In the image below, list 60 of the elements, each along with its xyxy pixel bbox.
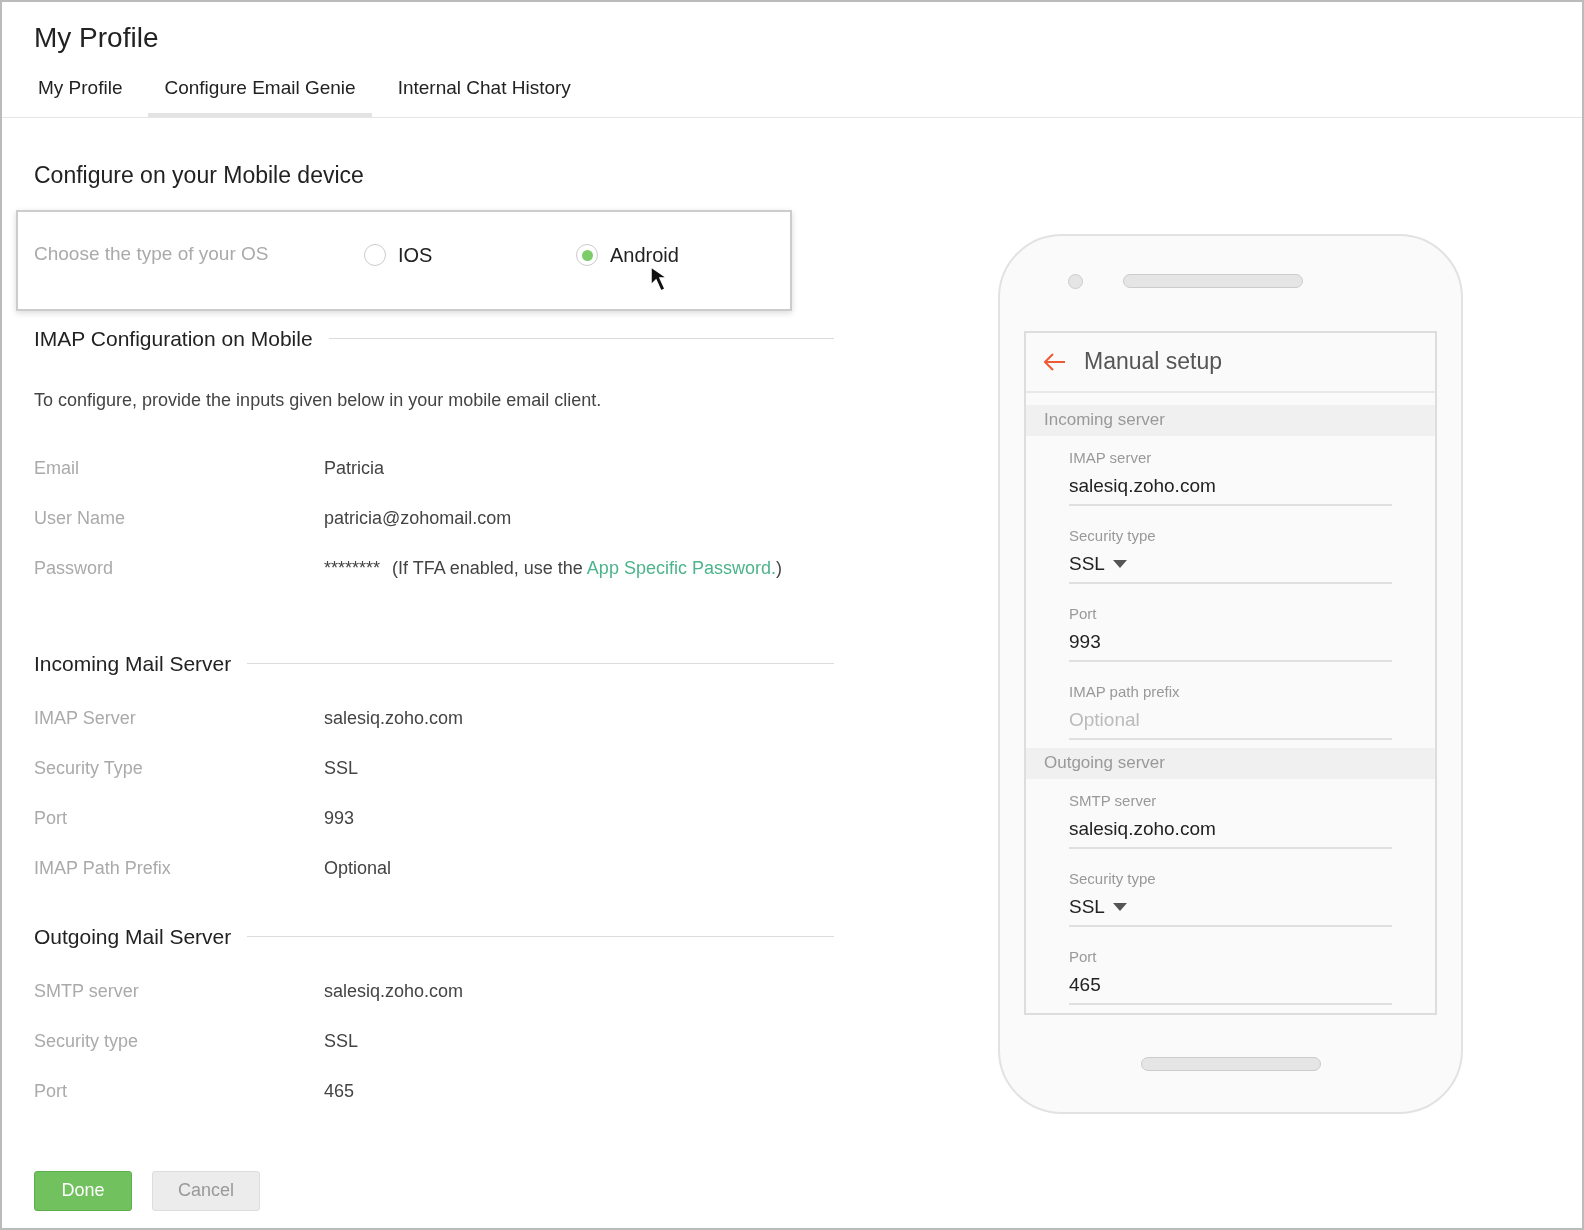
setup-field-value: 993 [1069,629,1101,654]
setup-field[interactable]: Port 993 [1069,591,1392,662]
field-value: 465 [324,1080,355,1103]
tab[interactable]: Configure Email Genie [148,72,372,117]
back-arrow-icon[interactable] [1044,352,1066,371]
field-value: 993 [324,806,355,830]
dropdown-caret-icon [1112,902,1127,911]
field-label: User Name [34,507,127,530]
setup-field-label: Port [1069,603,1098,624]
setup-field-label: Security type [1069,868,1157,889]
setup-field-label: Port [1069,946,1098,967]
section-heading: Outgoing Mail Server [34,924,232,950]
server-section-header: Incoming server [1026,404,1435,436]
dropdown-caret-icon [1112,559,1127,568]
field-value: Optional [324,856,392,880]
field-label: Port [34,1080,68,1103]
section-title: Configure on your Mobile device [34,160,365,190]
os-radio-option[interactable]: Android [576,240,679,270]
password-note: (If TFA enabled, use the App Specific Password.) [392,557,782,580]
setup-field[interactable]: Port 465 [1069,934,1392,1005]
field-value: patricia@zohomail.com [324,507,512,530]
os-choice-label: Choose the type of your OS [34,242,270,266]
tab[interactable]: Internal Chat History [381,72,587,117]
setup-field[interactable]: SMTP server salesiq.zoho.com [1069,778,1392,849]
field-value: Patricia [324,457,385,480]
section-heading: IMAP Configuration on Mobile [34,326,313,352]
field-label: IMAP Server [34,706,137,730]
os-radio-option[interactable]: IOS [364,240,576,270]
field-value: SSL [324,756,359,780]
field-label: Security type [34,1030,140,1053]
setup-field[interactable]: Security type SSL [1069,513,1392,584]
phone-camera [1068,273,1083,289]
page-title: My Profile [34,21,160,55]
setup-field-value: SSL [1069,551,1105,576]
field-label: Port [34,806,68,830]
tab[interactable]: My Profile [22,72,139,117]
setup-field[interactable]: Security type SSL [1069,856,1392,927]
field-label: Security Type [34,756,144,780]
server-section-header: Outgoing server [1026,747,1435,779]
setup-field-value: salesiq.zoho.com [1069,816,1216,841]
setup-field-value: salesiq.zoho.com [1069,473,1216,498]
field-label: SMTP server [34,980,140,1003]
field-label: IMAP Path Prefix [34,856,172,880]
setup-field-value: 465 [1069,972,1101,997]
setup-field[interactable]: IMAP server salesiq.zoho.com [1069,435,1392,506]
field-value: SSL [324,1030,359,1053]
field-label: Email [34,457,80,480]
screen-title: Manual setup [1084,347,1223,377]
setup-field-label: SMTP server [1069,790,1158,811]
setup-field-label: IMAP path prefix [1069,681,1181,702]
section-heading: Incoming Mail Server [34,650,232,677]
setup-field-value: SSL [1069,894,1105,919]
setup-field-label: IMAP server [1069,447,1153,468]
instruction-text: To configure, provide the inputs given below in your mobile email client. [34,388,603,412]
field-label: Password [34,557,115,580]
field-value: ******** [324,557,381,580]
setup-field-label: Security type [1069,525,1157,546]
setup-field-value: Optional [1069,707,1140,732]
field-value: salesiq.zoho.com [324,706,464,730]
field-value: salesiq.zoho.com [324,980,464,1003]
